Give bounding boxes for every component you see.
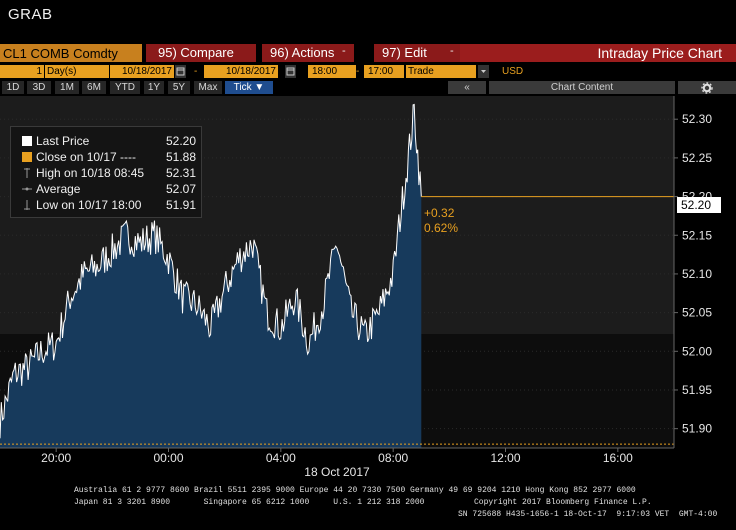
- legend-swatch: [22, 136, 32, 146]
- legend-label: Average: [36, 182, 81, 196]
- period-1d-button[interactable]: 1D: [2, 81, 24, 94]
- period-max-button[interactable]: Max: [194, 81, 222, 94]
- end-date-field[interactable]: 10/18/2017: [204, 65, 278, 78]
- legend-value: 52.07: [166, 182, 197, 196]
- x-tick-label: 16:00: [603, 451, 633, 465]
- x-tick-label: 08:00: [378, 451, 408, 465]
- y-tick-label: 52.25: [682, 151, 712, 165]
- y-tick-label: 52.15: [682, 228, 712, 242]
- start-time-field[interactable]: 18:00: [308, 65, 356, 78]
- x-tick-label: 20:00: [41, 451, 71, 465]
- footer-contacts-2: Japan 81 3 3201 8900 Singapore 65 6212 1…: [74, 498, 425, 507]
- period-1m-button[interactable]: 1M: [55, 81, 79, 94]
- edit-label: 97) Edit: [382, 45, 427, 60]
- y-tick-label: 51.90: [682, 422, 712, 436]
- period-number-field[interactable]: 1: [0, 65, 44, 78]
- legend-last-price: Last Price 52.20: [11, 134, 201, 149]
- period-unit-select[interactable]: Day(s): [45, 65, 109, 78]
- period-ytd-button[interactable]: YTD: [110, 81, 140, 94]
- tick-dropdown[interactable]: Tick ▼: [225, 81, 273, 94]
- average-marker-icon: [22, 187, 32, 191]
- period-6m-button[interactable]: 6M: [82, 81, 106, 94]
- gear-icon[interactable]: [678, 81, 736, 94]
- price-change-abs: +0.32: [424, 206, 455, 220]
- x-tick-label: 00:00: [153, 451, 183, 465]
- legend-label: Close on 10/17 ----: [36, 150, 137, 164]
- chevron-down-icon[interactable]: [478, 65, 489, 78]
- low-marker-icon: [24, 200, 30, 210]
- legend-value: 52.20: [166, 134, 197, 148]
- end-time-field[interactable]: 17:00: [364, 65, 404, 78]
- x-axis-date-label: 18 Oct 2017: [304, 465, 370, 479]
- legend-swatch: [22, 152, 32, 162]
- legend-high: High on 10/18 08:45 52.31: [11, 166, 201, 181]
- footer-contacts: Australia 61 2 9777 8600 Brazil 5511 239…: [74, 486, 636, 495]
- security-ticker: CL1 COMB Comdty: [3, 46, 118, 61]
- legend-average: Average 52.07: [11, 182, 201, 197]
- legend-prior-close: Close on 10/17 ---- 51.88: [11, 150, 201, 165]
- x-axis-ticks: 20:00 00:00 04:00 08:00 12:00 16:00: [41, 448, 633, 465]
- last-price-tag: 52.20: [677, 197, 721, 213]
- high-marker-icon: [24, 168, 30, 178]
- legend-value: 51.91: [166, 198, 197, 212]
- legend-value: 51.88: [166, 150, 197, 164]
- edit-button[interactable]: 97) Edit -: [374, 44, 460, 62]
- y-tick-label: 52.30: [682, 112, 712, 126]
- compare-button[interactable]: 95) Compare: [146, 44, 256, 62]
- actions-dropdown-icon: -: [342, 45, 346, 57]
- x-tick-label: 12:00: [490, 451, 520, 465]
- price-change-pct: 0.62%: [424, 221, 459, 235]
- legend-label: High on 10/18 08:45: [36, 166, 145, 180]
- footer-copyright: Copyright 2017 Bloomberg Finance L.P.: [474, 498, 652, 507]
- legend-label: Last Price: [36, 134, 90, 148]
- chart-content-button[interactable]: Chart Content: [489, 81, 675, 94]
- legend-value: 52.31: [166, 166, 197, 180]
- field-select[interactable]: Trade: [406, 65, 476, 78]
- legend-label: Low on 10/17 18:00: [36, 198, 142, 212]
- chart-legend[interactable]: Last Price 52.20 Close on 10/17 ---- 51.…: [10, 126, 202, 218]
- chart-title: Intraday Price Chart: [597, 45, 723, 61]
- actions-label: 96) Actions: [270, 45, 335, 60]
- period-5y-button[interactable]: 5Y: [168, 81, 190, 94]
- currency-label[interactable]: USD: [502, 65, 523, 78]
- actions-button[interactable]: 96) Actions -: [262, 44, 354, 62]
- y-tick-label: 52.05: [682, 306, 712, 320]
- price-change-annotation: +0.32 0.62%: [424, 206, 458, 236]
- y-tick-label: 52.00: [682, 344, 712, 358]
- edit-dropdown-icon: -: [450, 45, 454, 57]
- collapse-panel-button[interactable]: «: [448, 81, 486, 94]
- footer-session: SN 725688 H435-1656-1 18-Oct-17 9:17:03 …: [458, 510, 718, 519]
- y-tick-label: 51.95: [682, 383, 712, 397]
- y-axis-ticks: 52.3052.2552.2052.1552.1052.0552.0051.95…: [674, 112, 712, 436]
- x-tick-label: 04:00: [266, 451, 296, 465]
- start-date-field[interactable]: 10/18/2017: [110, 65, 174, 78]
- time-separator: -: [356, 66, 360, 77]
- period-1y-button[interactable]: 1Y: [144, 81, 164, 94]
- compare-label: 95) Compare: [158, 45, 234, 60]
- window-title: GRAB: [8, 6, 53, 23]
- calendar-icon[interactable]: [285, 65, 296, 78]
- legend-low: Low on 10/17 18:00 51.91: [11, 198, 201, 213]
- calendar-icon[interactable]: [175, 65, 186, 78]
- date-separator: -: [194, 66, 198, 77]
- period-3d-button[interactable]: 3D: [27, 81, 51, 94]
- y-tick-label: 52.10: [682, 267, 712, 281]
